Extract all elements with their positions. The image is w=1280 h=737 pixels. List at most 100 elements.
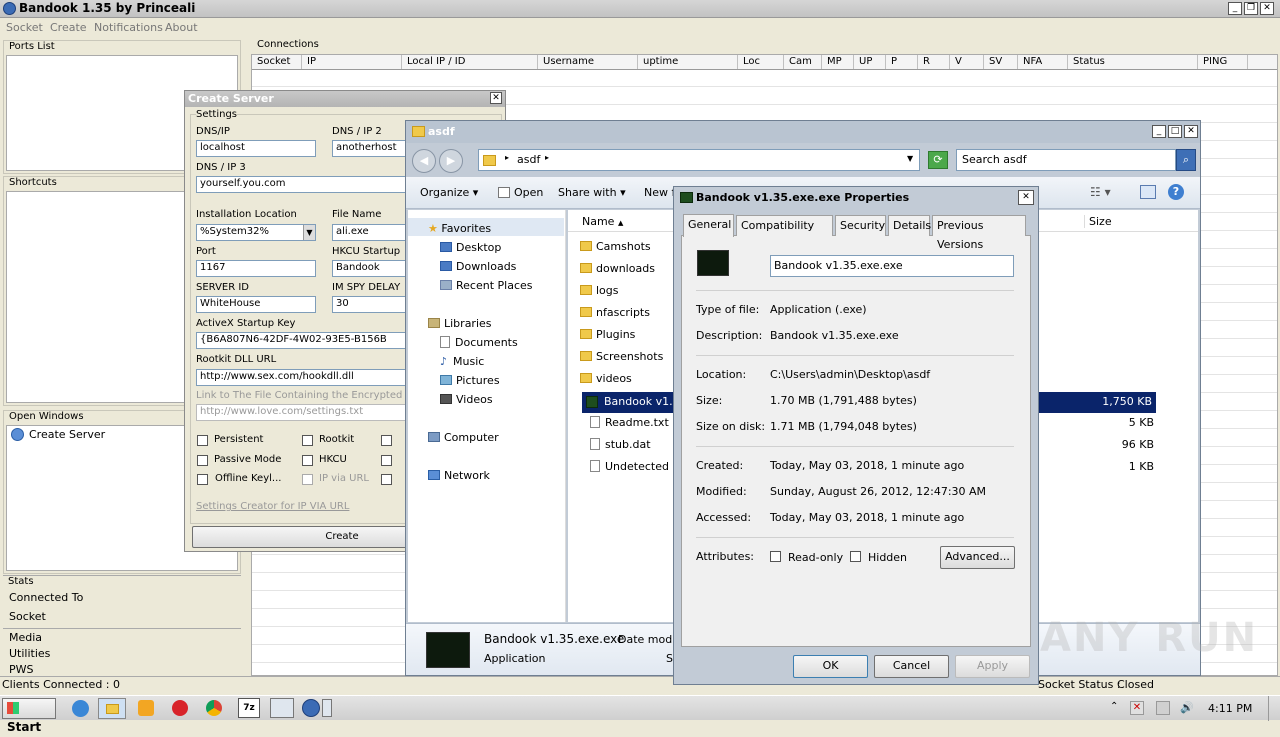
search-input[interactable]: Search asdf	[956, 149, 1176, 171]
nav-media[interactable]: Media	[9, 631, 42, 644]
file-row[interactable]: logs	[580, 284, 619, 297]
nav-computer[interactable]: Computer	[428, 431, 499, 444]
nav-libraries[interactable]: Libraries	[428, 317, 492, 330]
clock[interactable]: 4:11 PM	[1208, 702, 1252, 715]
advanced-button[interactable]: Advanced...	[940, 546, 1015, 569]
col-local-ip[interactable]: Local IP / ID	[402, 55, 538, 69]
chrome-icon[interactable]	[206, 700, 222, 716]
view-options-icon[interactable]: ☷ ▾	[1090, 185, 1111, 199]
col-status[interactable]: Status	[1068, 55, 1198, 69]
ok-button[interactable]: OK	[793, 655, 868, 678]
nav-network[interactable]: Network	[428, 469, 490, 482]
nav-recent-places[interactable]: Recent Places	[440, 279, 533, 292]
col-username[interactable]: Username	[538, 55, 638, 69]
menu-socket[interactable]: Socket	[6, 21, 43, 34]
new-folder-button[interactable]: New f	[644, 186, 675, 199]
media-player-icon[interactable]	[138, 700, 154, 716]
hidden-checkbox[interactable]	[850, 551, 861, 562]
chevron-down-icon[interactable]: ▼	[303, 225, 315, 240]
file-row[interactable]: Readme.txt	[590, 416, 669, 429]
filename-input[interactable]: ali.exe	[332, 224, 412, 241]
open-window-item[interactable]: Create Server	[11, 428, 105, 441]
window-icon[interactable]	[270, 698, 294, 718]
persistent-checkbox[interactable]	[197, 435, 208, 446]
passive-mode-checkbox[interactable]	[197, 455, 208, 466]
col-name-header[interactable]: Name ▲	[582, 215, 623, 228]
col-up[interactable]: UP	[854, 55, 886, 69]
file-row[interactable]: downloads	[580, 262, 655, 275]
col-r[interactable]: R	[918, 55, 950, 69]
col-nfa[interactable]: NFA	[1018, 55, 1068, 69]
back-icon[interactable]: ◀	[412, 149, 436, 173]
extra-checkbox-2[interactable]	[381, 455, 392, 466]
nav-videos[interactable]: Videos	[440, 393, 493, 406]
address-path[interactable]: asdf	[517, 153, 540, 166]
volume-icon[interactable]: 🔊	[1180, 701, 1194, 714]
imspy-input[interactable]: 30	[332, 296, 412, 313]
nav-documents[interactable]: Documents	[440, 336, 518, 349]
nav-pws[interactable]: PWS	[9, 663, 34, 676]
server-id-input[interactable]: WhiteHouse	[196, 296, 316, 313]
organize-button[interactable]: Organize ▾	[420, 186, 478, 199]
menu-notifications[interactable]: Notifications	[94, 21, 163, 34]
address-dropdown-icon[interactable]: ▼	[907, 154, 913, 163]
link-file-input[interactable]: http://www.love.com/settings.txt	[196, 404, 406, 421]
menu-about[interactable]: About	[165, 21, 198, 34]
tab-general[interactable]: General	[683, 214, 734, 237]
file-row[interactable]: Screenshots	[580, 350, 663, 363]
dns-input[interactable]: localhost	[196, 140, 316, 157]
col-ping[interactable]: PING	[1198, 55, 1248, 69]
nav-pictures[interactable]: Pictures	[440, 374, 500, 387]
address-bar[interactable]: ▸ asdf ▸ ▼	[478, 149, 920, 171]
explorer-minimize-button[interactable]: _	[1152, 125, 1166, 138]
close-button[interactable]: ✕	[1260, 2, 1274, 15]
cancel-button[interactable]: Cancel	[874, 655, 949, 678]
show-hidden-icons-icon[interactable]: ⌃	[1110, 701, 1118, 712]
start-button[interactable]: Start	[2, 698, 56, 734]
create-server-close-icon[interactable]: ✕	[490, 92, 502, 104]
7zip-icon[interactable]: 7z	[238, 698, 260, 718]
file-row[interactable]: Camshots	[580, 240, 651, 253]
col-v[interactable]: V	[950, 55, 984, 69]
col-socket[interactable]: Socket	[252, 55, 302, 69]
col-size-header[interactable]: Size	[1084, 215, 1112, 228]
search-icon[interactable]: ⌕	[1176, 149, 1196, 171]
help-icon[interactable]: ?	[1168, 184, 1184, 200]
ip-via-url-checkbox[interactable]	[302, 474, 313, 485]
port-input[interactable]: 1167	[196, 260, 316, 277]
file-row[interactable]: nfascripts	[580, 306, 650, 319]
explorer-close-button[interactable]: ✕	[1184, 125, 1198, 138]
share-with-button[interactable]: Share with ▾	[558, 186, 626, 199]
col-p[interactable]: P	[886, 55, 918, 69]
dns3-input[interactable]: yourself.you.com	[196, 176, 406, 193]
nav-utilities[interactable]: Utilities	[9, 647, 50, 660]
nav-music[interactable]: ♪ Music	[440, 355, 484, 368]
filename-input[interactable]: Bandook v1.35.exe.exe	[770, 255, 1014, 277]
restore-button[interactable]: ❐	[1244, 2, 1258, 15]
hkcu-startup-input[interactable]: Bandook	[332, 260, 412, 277]
security-alert-icon[interactable]: ✕	[1130, 701, 1144, 715]
extra-checkbox-3[interactable]	[381, 474, 392, 485]
extra-checkbox-1[interactable]	[381, 435, 392, 446]
favorites-item[interactable]: ★ Favorites	[428, 222, 491, 235]
dns2-input[interactable]: anotherhost	[332, 140, 412, 157]
file-row[interactable]: videos	[580, 372, 632, 385]
col-sv[interactable]: SV	[984, 55, 1018, 69]
explorer-maximize-button[interactable]: □	[1168, 125, 1182, 138]
menu-create[interactable]: Create	[50, 21, 87, 34]
col-cam[interactable]: Cam	[784, 55, 822, 69]
bandook-taskbar-icon[interactable]	[302, 699, 320, 717]
col-loc[interactable]: Loc	[738, 55, 784, 69]
col-ip[interactable]: IP	[302, 55, 402, 69]
minimize-button[interactable]: _	[1228, 2, 1242, 15]
col-uptime[interactable]: uptime	[638, 55, 738, 69]
bandook-taskbar-icon-2[interactable]	[322, 699, 332, 717]
install-location-select[interactable]: %System32% ▼	[196, 224, 316, 241]
activex-input[interactable]: {B6A807N6-42DF-4W02-93E5-B156B	[196, 332, 406, 349]
network-tray-icon[interactable]	[1156, 701, 1170, 715]
nav-downloads[interactable]: Downloads	[440, 260, 516, 273]
rootkit-dll-input[interactable]: http://www.sex.com/hookdll.dll	[196, 369, 406, 386]
settings-creator-link[interactable]: Settings Creator for IP VIA URL	[196, 501, 349, 512]
explorer-taskbar-icon[interactable]	[98, 698, 126, 719]
ie-icon[interactable]	[72, 700, 89, 717]
